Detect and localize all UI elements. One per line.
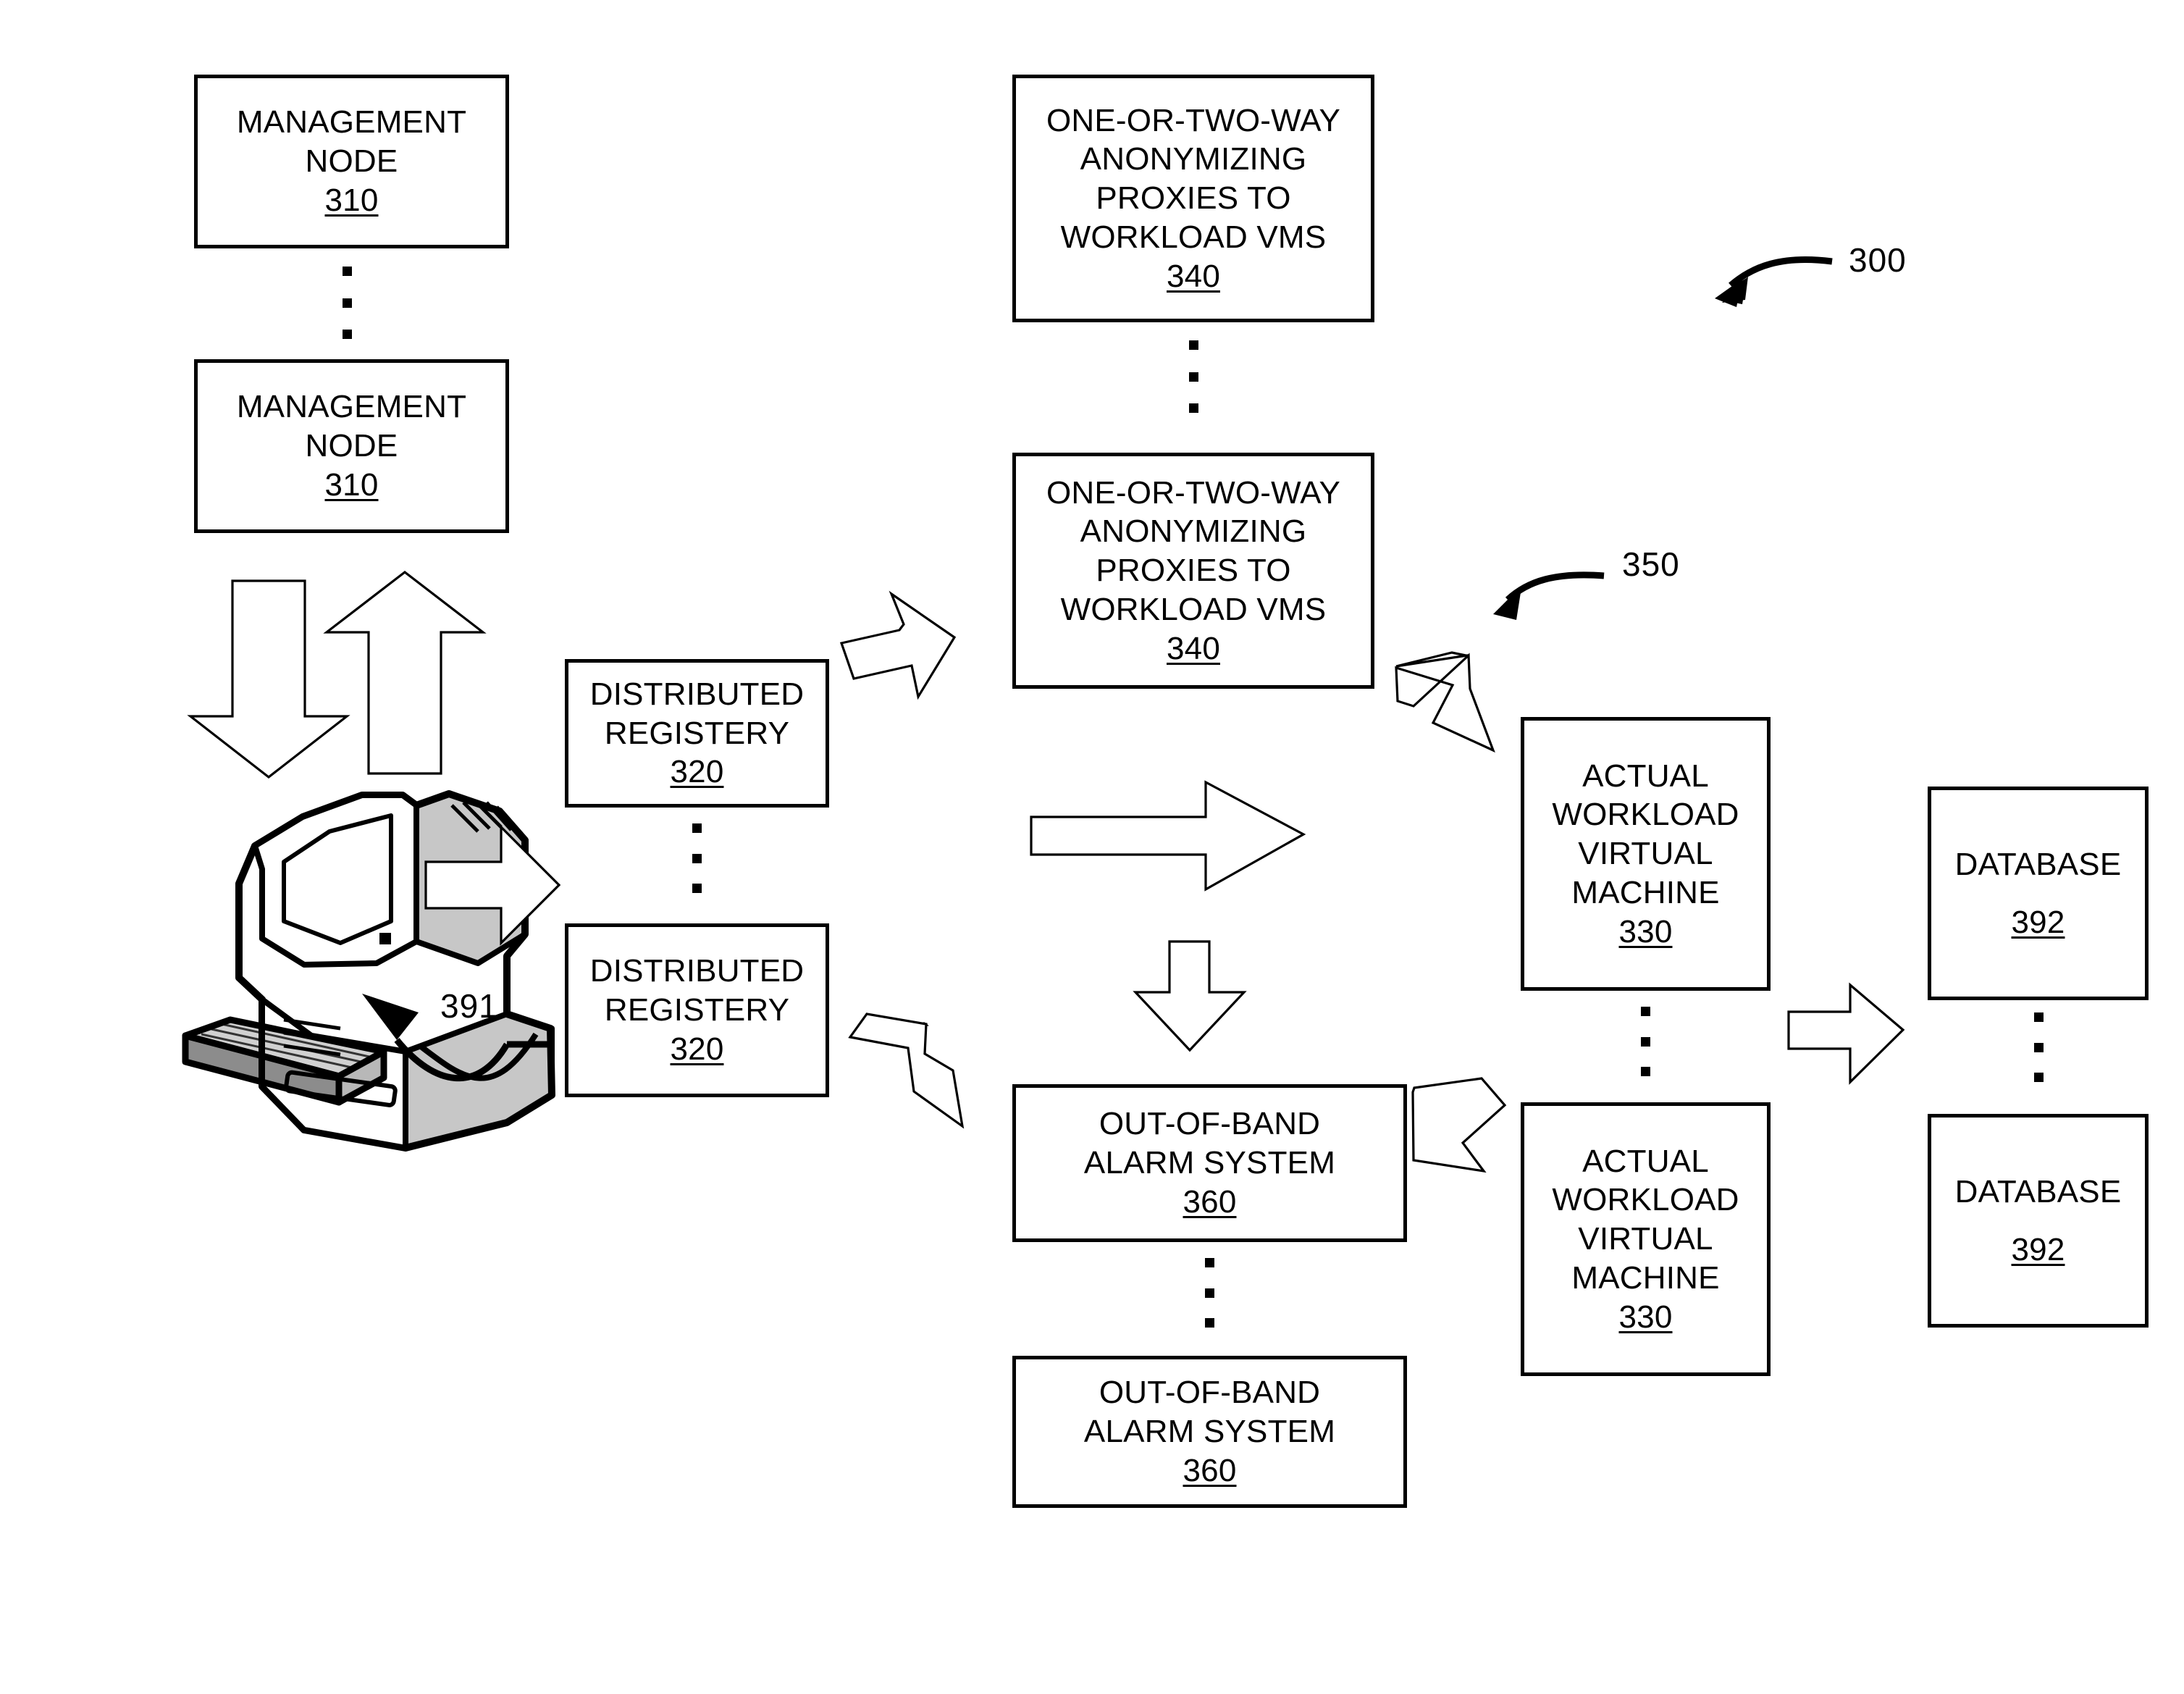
node-reference-number: 310 (324, 182, 379, 218)
node-line: ALARM SYSTEM (1083, 1414, 1336, 1450)
node-line: REGISTERY (604, 992, 790, 1028)
block-arrow-up-icon (323, 570, 487, 775)
ellipsis-dot (342, 267, 352, 276)
ellipsis-dot (1204, 1288, 1214, 1298)
ellipsis-databases (2033, 1012, 2044, 1082)
block-arrow-down-icon (187, 579, 350, 779)
node-line: DATABASE (1954, 846, 2122, 882)
ellipsis-dot (692, 884, 702, 893)
node-reference-number: 360 (1183, 1183, 1237, 1220)
group-ref-350: 350 (1622, 545, 1680, 583)
ellipsis-dot (1188, 372, 1198, 382)
node-line: DATABASE (1954, 1173, 2122, 1209)
node-line: ACTUAL (1582, 758, 1709, 794)
node-line: OUT-OF-BAND (1099, 1106, 1321, 1142)
node-line: MACHINE (1571, 1259, 1720, 1296)
distributed-registry-bottom: DISTRIBUTED REGISTERY 320 (565, 923, 829, 1097)
block-arrow-right-icon (424, 824, 561, 946)
node-reference-number: 340 (1166, 630, 1220, 666)
ellipsis-dot (1640, 1067, 1650, 1076)
block-arrow-right-icon (1787, 982, 1905, 1085)
node-line: NODE (305, 428, 398, 464)
proxy-node-top: ONE-OR-TWO-WAY ANONYMIZING PROXIES TO WO… (1012, 75, 1374, 322)
node-reference-number: 392 (2011, 1231, 2065, 1267)
ellipsis-dot (342, 330, 352, 339)
node-line: MACHINE (1571, 874, 1720, 910)
node-reference-number: 360 (1183, 1452, 1237, 1488)
ellipsis-dot (1204, 1258, 1214, 1267)
ellipsis-dot (1204, 1318, 1214, 1328)
block-arrow-down-left-icon (1411, 1077, 1507, 1173)
node-reference-number: 330 (1618, 913, 1673, 949)
node-reference-number: 310 (324, 466, 379, 503)
ellipsis-dot (1188, 403, 1198, 413)
node-reference-number: 320 (670, 754, 724, 790)
node-line: MANAGEMENT (236, 389, 467, 425)
figure-canvas: MANAGEMENT NODE 310 MANAGEMENT NODE 310 … (0, 0, 2184, 1694)
ellipsis-dot (342, 298, 352, 308)
node-line: ACTUAL (1582, 1143, 1709, 1179)
ellipsis-dot (1640, 1007, 1650, 1016)
alarm-system-top: OUT-OF-BAND ALARM SYSTEM 360 (1012, 1084, 1407, 1242)
node-reference-number: 320 (670, 1031, 724, 1067)
node-line: WORKLOAD (1552, 1182, 1739, 1218)
desktop-computer-icon (182, 790, 555, 1152)
node-line: MANAGEMENT (236, 104, 467, 141)
figure-ref-300: 300 (1849, 241, 1907, 279)
block-arrow-down-icon (1133, 940, 1247, 1052)
node-reference-number: 330 (1618, 1299, 1673, 1335)
workload-vm-bottom: ACTUAL WORKLOAD VIRTUAL MACHINE 330 (1521, 1102, 1771, 1376)
ellipsis-dot (692, 823, 702, 833)
node-line: VIRTUAL (1578, 1221, 1713, 1257)
node-line: WORKLOAD VMS (1060, 219, 1327, 255)
management-node-bottom: MANAGEMENT NODE 310 (194, 359, 509, 533)
console-ref-391: 391 (440, 987, 498, 1025)
proxy-node-bottom: ONE-OR-TWO-WAY ANONYMIZING PROXIES TO WO… (1012, 453, 1374, 689)
management-node-top: MANAGEMENT NODE 310 (194, 75, 509, 248)
node-line: ANONYMIZING (1080, 513, 1307, 550)
ellipsis-registry-nodes (692, 823, 702, 893)
distributed-registry-top: DISTRIBUTED REGISTERY 320 (565, 659, 829, 808)
node-line: DISTRIBUTED (589, 676, 805, 712)
node-reference-number: 340 (1166, 258, 1220, 294)
block-arrow-down-right-icon (852, 1022, 929, 1048)
block-arrow-down-right-icon (848, 1012, 965, 1129)
node-line: WORKLOAD VMS (1060, 591, 1327, 627)
block-arrow-right-icon (839, 590, 957, 700)
node-line: PROXIES TO (1096, 553, 1291, 589)
block-arrow-down-right-icon (1395, 651, 1470, 668)
ellipsis-workload-vms (1640, 1007, 1650, 1076)
node-line: PROXIES TO (1096, 180, 1291, 217)
node-line: VIRTUAL (1578, 836, 1713, 872)
ellipsis-alarm-systems (1204, 1258, 1214, 1328)
curved-leader-arrow-icon (1715, 256, 1833, 307)
ellipsis-dot (692, 853, 702, 863)
ellipsis-proxy-nodes (1188, 340, 1198, 413)
node-line: NODE (305, 143, 398, 180)
ellipsis-dot (1640, 1036, 1650, 1047)
alarm-system-bottom: OUT-OF-BAND ALARM SYSTEM 360 (1012, 1356, 1407, 1508)
node-line: ALARM SYSTEM (1083, 1145, 1336, 1181)
workload-vm-top: ACTUAL WORKLOAD VIRTUAL MACHINE 330 (1521, 717, 1771, 991)
node-reference-number: 392 (2011, 904, 2065, 940)
ellipsis-dot (2033, 1073, 2044, 1082)
node-line: ONE-OR-TWO-WAY (1046, 102, 1341, 138)
database-bottom: DATABASE 392 (1928, 1114, 2149, 1328)
ellipsis-dot (1188, 340, 1198, 350)
ellipsis-management-nodes (342, 267, 352, 339)
node-line: DISTRIBUTED (589, 953, 805, 989)
node-line: OUT-OF-BAND (1099, 1375, 1321, 1411)
database-top: DATABASE 392 (1928, 787, 2149, 1000)
node-line: WORKLOAD (1552, 797, 1739, 833)
block-arrow-right-icon (1030, 780, 1306, 892)
curved-leader-arrow-icon (1493, 571, 1605, 620)
ellipsis-dot (2033, 1042, 2044, 1052)
node-line: ANONYMIZING (1080, 141, 1307, 177)
ellipsis-dot (2033, 1012, 2044, 1022)
node-line: REGISTERY (604, 715, 790, 751)
block-arrow-down-right-icon (1395, 653, 1495, 753)
node-line: ONE-OR-TWO-WAY (1046, 474, 1341, 511)
